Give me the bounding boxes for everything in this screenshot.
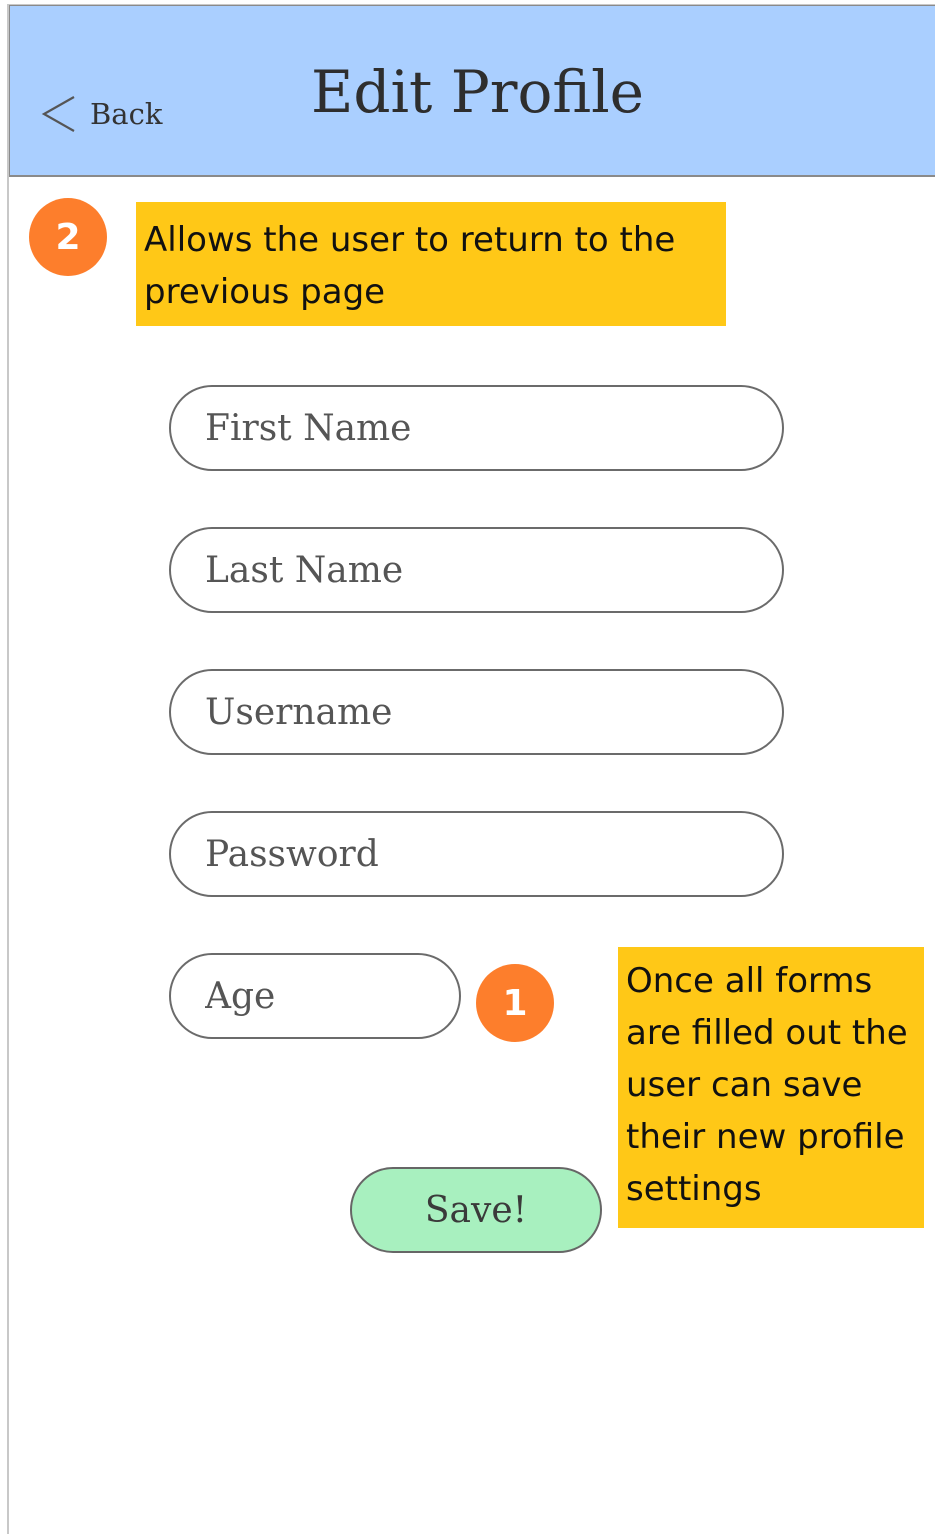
annotation-badge-1: 1 xyxy=(476,964,554,1042)
page-title: Edit Profile xyxy=(311,58,644,126)
save-button[interactable]: Save! xyxy=(350,1167,602,1253)
password-input[interactable] xyxy=(169,811,784,897)
annotation-note-back: Allows the user to return to the previou… xyxy=(136,202,726,326)
annotation-badge-2: 2 xyxy=(29,198,107,276)
header-bar: Back Edit Profile xyxy=(9,5,935,177)
age-input[interactable] xyxy=(169,953,461,1039)
username-input[interactable] xyxy=(169,669,784,755)
last-name-input[interactable] xyxy=(169,527,784,613)
annotation-note-save: Once all forms are filled out the user c… xyxy=(618,947,924,1228)
first-name-input[interactable] xyxy=(169,385,784,471)
